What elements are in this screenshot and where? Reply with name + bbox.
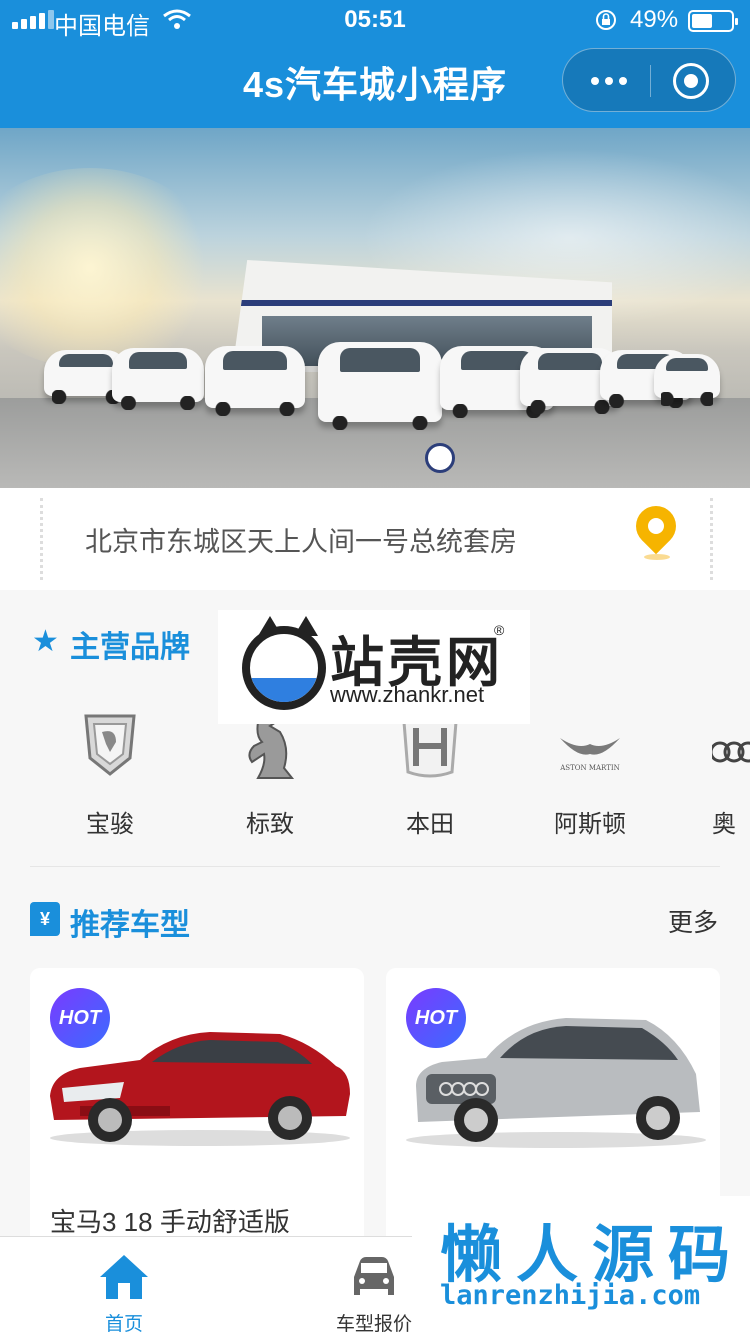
brand-label: 宝骏 — [86, 811, 134, 838]
more-menu-button[interactable] — [585, 61, 633, 101]
brand-label: 标致 — [246, 811, 294, 838]
section-divider — [30, 866, 720, 867]
svg-text:ASTON MARTIN: ASTON MARTIN — [559, 764, 620, 772]
audi-logo-icon — [712, 741, 750, 763]
location-pin-icon[interactable] — [627, 497, 685, 560]
vw-logo-icon — [425, 443, 455, 473]
tab-home[interactable]: 首页 — [34, 1237, 214, 1334]
rotation-lock-icon — [596, 10, 616, 30]
brand-label: 本田 — [406, 811, 454, 838]
home-icon — [100, 1255, 148, 1299]
brand-item-audi[interactable]: 奥 — [690, 700, 750, 850]
brand-item-aston-martin[interactable]: ASTON MARTIN 阿斯顿 — [530, 700, 650, 850]
battery-icon — [688, 10, 738, 32]
car — [654, 354, 720, 406]
tab-label: 首页 — [104, 1314, 143, 1334]
watermark-url: lanrenzhijia.com — [440, 1280, 701, 1311]
car — [112, 348, 204, 410]
zhankr-logo-icon — [242, 626, 326, 710]
car-icon — [354, 1257, 394, 1295]
address-text: 北京市东城区天上人间一号总统套房 — [85, 527, 517, 557]
brand-label: 奥 — [712, 811, 736, 838]
recommended-title: 推荐车型 — [70, 909, 190, 942]
miniprogram-capsule — [562, 48, 736, 112]
status-bar: 中国电信 05:51 49% — [0, 0, 750, 40]
sunlight — [0, 168, 220, 368]
brands-title: 主营品牌 — [70, 631, 190, 664]
more-link[interactable]: 更多 — [668, 903, 718, 939]
car — [205, 346, 305, 416]
registered-mark: ® — [494, 622, 505, 638]
ticket-edge-right — [710, 498, 713, 580]
zhankr-watermark: 站壳网 ® www.zhankr.net — [218, 610, 530, 724]
baojun-logo-icon — [84, 714, 136, 776]
top-bar: 中国电信 05:51 49% 4s汽车城小程序 — [0, 0, 750, 128]
battery-percent: 49% — [630, 6, 679, 33]
address-bar[interactable]: 北京市东城区天上人间一号总统套房 — [0, 488, 750, 590]
aston-martin-logo-icon: ASTON MARTIN — [559, 738, 620, 772]
hot-badge: HOT — [406, 988, 466, 1048]
yen-tag-icon: ¥ — [30, 902, 60, 936]
close-miniprogram-button[interactable] — [673, 63, 709, 99]
capsule-divider — [650, 65, 651, 97]
ticket-edge-left — [40, 498, 43, 580]
watermark-url: www.zhankr.net — [330, 682, 485, 707]
car-name: 宝马3 18 手动舒适版 — [50, 1207, 290, 1237]
star-icon: ★ — [32, 625, 59, 658]
lanren-watermark: 懒人源码 lanrenzhijia.com — [412, 1196, 750, 1334]
car — [318, 342, 442, 430]
brand-item-baojun[interactable]: 宝骏 — [50, 700, 170, 850]
brand-label: 阿斯顿 — [554, 811, 626, 838]
hero-banner-image[interactable] — [0, 128, 750, 488]
car-card[interactable]: HOT 宝马3 18 手动舒适版 — [30, 968, 364, 1268]
hot-badge: HOT — [50, 988, 110, 1048]
